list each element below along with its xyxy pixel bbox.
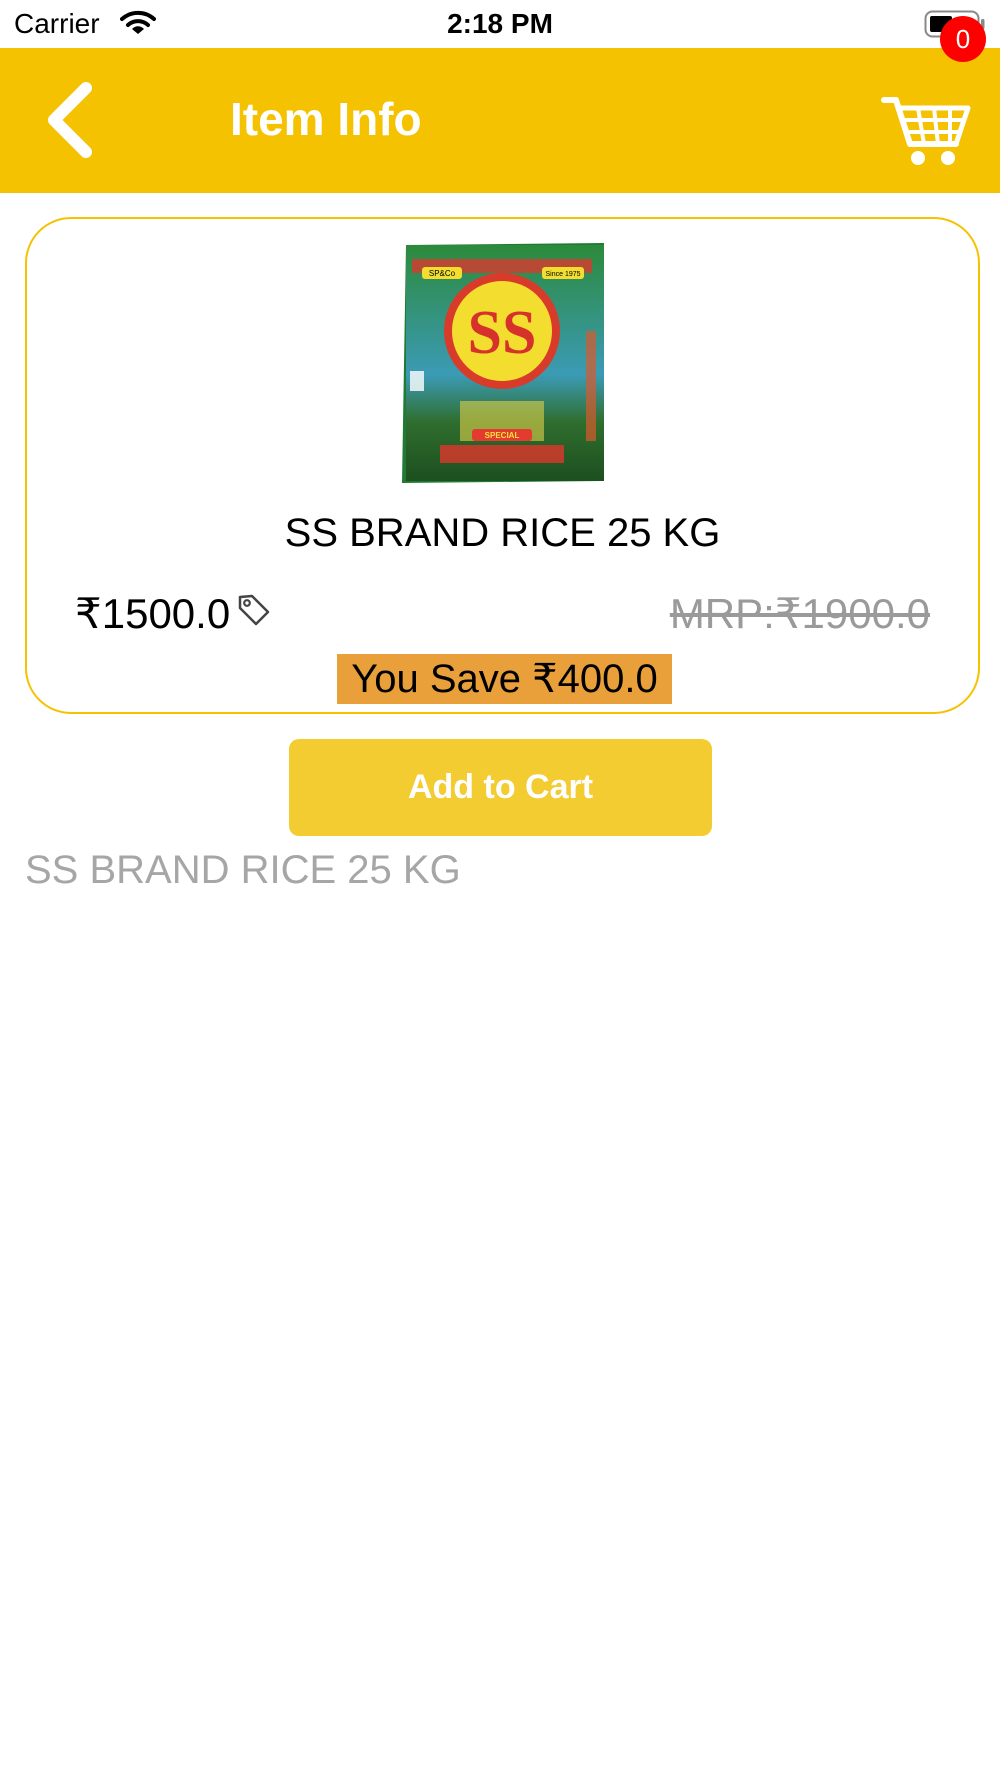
product-mrp: MRP:₹1900.0 [669,590,930,637]
product-name: SS BRAND RICE 25 KG [284,511,721,555]
navigation-header: Item Info [0,48,1000,193]
add-to-cart-button[interactable]: Add to Cart [289,739,712,836]
cart-count-badge: 0 [940,16,986,62]
back-button[interactable] [36,78,116,163]
cart-button[interactable] [880,88,980,188]
product-price: ₹1500.0 [75,590,231,637]
product-description: SS BRAND RICE 25 KG [25,848,461,892]
product-image: SS SP&Co Since 1975 SPECIAL [402,243,604,483]
page-title: Item Info [230,93,422,145]
product-image-logo: SS [468,299,537,367]
item-info-screen: Carrier 2:18 PM Item Info 0 SS SP&Co Sin… [0,0,1000,1778]
chevron-left-icon [48,82,92,158]
status-time: 2:18 PM [447,8,553,39]
product-card: SS SP&Co Since 1975 SPECIAL SS BRAND RIC… [25,217,980,714]
product-image-tag-right: Since 1975 [545,271,580,278]
status-bar: Carrier 2:18 PM [0,0,1000,48]
product-image-label: SPECIAL [485,431,520,440]
product-image-tag-left: SP&Co [429,269,456,278]
shopping-cart-icon [881,97,971,165]
savings-badge: You Save ₹400.0 [337,654,672,704]
price-tag-icon [238,594,270,626]
